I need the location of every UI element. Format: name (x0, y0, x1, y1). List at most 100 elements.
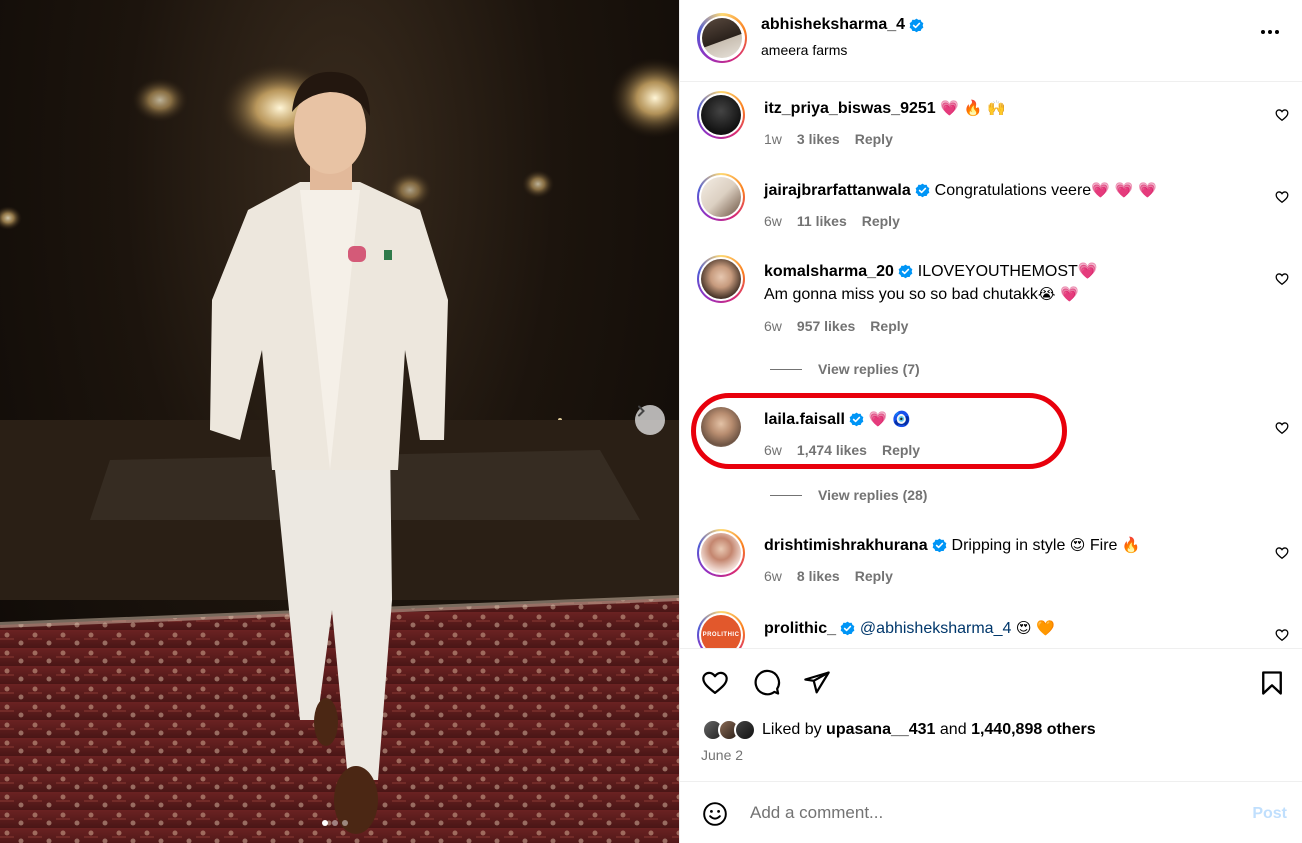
comment-text-line: laila.faisall 💗 🧿 (764, 408, 911, 431)
reply-button[interactable]: Reply (882, 442, 920, 458)
comment-time[interactable]: 1w (764, 131, 782, 147)
comment-emojis: 🔥 (1121, 536, 1141, 554)
commenter-avatar[interactable] (697, 529, 745, 577)
author-username-row: abhisheksharma_4 (761, 16, 924, 34)
bookmark-save-icon[interactable] (1258, 669, 1286, 697)
comment-likes[interactable]: 957 likes (797, 318, 855, 334)
like-heart-icon[interactable] (700, 669, 730, 697)
comment-emojis: 💗 💗 💗 (1091, 181, 1157, 199)
carousel-indicator (322, 820, 348, 826)
comment-emojis: 😍 🧡 (1015, 619, 1055, 637)
comment-body: Am gonna miss you so so bad chutakk (764, 286, 1038, 303)
commenter-username[interactable]: drishtimishrakhurana (764, 537, 928, 554)
carousel-next-button[interactable] (635, 405, 665, 435)
verified-badge-icon (898, 264, 913, 279)
comment-meta: 6w 1,474 likes Reply (764, 442, 920, 458)
comment-emojis: 💗 🔥 🙌 (940, 99, 1006, 117)
more-options-icon[interactable] (1261, 30, 1279, 34)
reply-button[interactable]: Reply (870, 318, 908, 334)
liked-by-mid: and (939, 721, 967, 738)
liked-by-user[interactable]: upasana__431 (826, 721, 935, 739)
reply-button[interactable]: Reply (855, 131, 893, 147)
prolithic-logo-text: PROLITHIC (702, 632, 740, 638)
view-replies-button[interactable]: View replies (28) (770, 487, 927, 503)
author-username[interactable]: abhisheksharma_4 (761, 16, 905, 34)
comment-meta: 1w 3 likes Reply (764, 131, 893, 147)
carousel-dot (322, 820, 328, 826)
commenter-avatar[interactable] (697, 173, 745, 221)
comment-text-line: prolithic_ @abhisheksharma_4 😍 🧡 (764, 617, 1055, 640)
comment-likes[interactable]: 1,474 likes (797, 442, 867, 458)
emoji-picker-icon[interactable] (702, 801, 728, 827)
comment-emojis: 💗 🧿 (868, 410, 911, 428)
verified-badge-icon (932, 538, 947, 553)
comment-bubble-icon[interactable] (752, 669, 782, 697)
liked-by-summary: Liked by upasana__431 and 1,440,898 othe… (702, 719, 1096, 741)
comment-likes[interactable]: 8 likes (797, 568, 840, 584)
liker-avatars (702, 719, 756, 741)
like-comment-heart-icon[interactable] (1275, 546, 1289, 560)
like-comment-heart-icon[interactable] (1275, 190, 1289, 204)
verified-badge-icon (915, 183, 930, 198)
comment-meta: 6w 8 likes Reply (764, 568, 893, 584)
comment-body: ILOVEYOUTHEMOST💗 (917, 263, 1098, 280)
commenter-username[interactable]: komalsharma_20 (764, 263, 894, 280)
view-replies-button[interactable]: View replies (7) (770, 361, 920, 377)
commenter-avatar[interactable]: PROLITHIC (697, 611, 745, 648)
comment-likes[interactable]: 11 likes (797, 213, 847, 229)
comment-time[interactable]: 6w (764, 568, 782, 584)
carousel-dot (342, 820, 348, 826)
comment-input[interactable] (750, 798, 1230, 828)
comment-time[interactable]: 6w (764, 213, 782, 229)
comments-list[interactable]: itz_priya_biswas_9251 💗 🔥 🙌 1w 3 likes R… (680, 82, 1302, 648)
comment-text-line: itz_priya_biswas_9251 💗 🔥 🙌 (764, 97, 1006, 120)
like-comment-heart-icon[interactable] (1275, 108, 1289, 122)
commenter-username[interactable]: jairajbrarfattanwala (764, 182, 911, 199)
reply-button[interactable]: Reply (862, 213, 900, 229)
commenter-avatar[interactable] (697, 91, 745, 139)
verified-badge-icon (850, 412, 864, 427)
carousel-dot (332, 820, 338, 826)
post-comment-button[interactable]: Post (1252, 805, 1287, 823)
like-comment-heart-icon[interactable] (1275, 421, 1289, 435)
comment-body: Congratulations veere (934, 182, 1092, 199)
commenter-avatar[interactable] (697, 255, 745, 303)
verified-badge-icon (909, 18, 924, 32)
comment-meta: 6w 957 likes Reply (764, 318, 908, 334)
author-avatar[interactable] (697, 13, 747, 63)
verified-badge-icon (841, 621, 855, 636)
comment-text-line: jairajbrarfattanwala Congratulations vee… (764, 179, 1157, 202)
commenter-avatar[interactable] (701, 407, 741, 447)
comment-text-line: Am gonna miss you so so bad chutakk😭 💗 (764, 283, 1079, 306)
comment-time[interactable]: 6w (764, 318, 782, 334)
chevron-right-icon (638, 405, 645, 417)
comment-likes[interactable]: 3 likes (797, 131, 840, 147)
post-side-panel: abhisheksharma_4 ameera farms itz_priya_… (679, 0, 1302, 843)
add-comment-bar: Post (680, 781, 1302, 843)
view-replies-label: View replies (7) (818, 361, 920, 377)
commenter-username[interactable]: itz_priya_biswas_9251 (764, 100, 936, 117)
post-header: abhisheksharma_4 ameera farms (680, 0, 1302, 82)
photo-illustration (0, 58, 679, 843)
liked-by-count[interactable]: 1,440,898 others (971, 721, 1096, 739)
mention-link[interactable]: @abhisheksharma_4 (860, 620, 1011, 637)
like-comment-heart-icon[interactable] (1275, 628, 1289, 642)
like-comment-heart-icon[interactable] (1275, 272, 1289, 286)
share-send-icon[interactable] (802, 669, 832, 697)
comment-text-line: komalsharma_20 ILOVEYOUTHEMOST💗 (764, 261, 1098, 283)
comment-meta: 6w 11 likes Reply (764, 213, 900, 229)
post-location[interactable]: ameera farms (761, 42, 847, 58)
commenter-username[interactable]: laila.faisall (764, 411, 845, 428)
comment-body: Dripping in style (951, 537, 1066, 554)
commenter-username[interactable]: prolithic_ (764, 620, 836, 637)
comment-time[interactable]: 6w (764, 442, 782, 458)
post-photo[interactable] (0, 0, 679, 843)
comment-emojis: 😍 (1069, 536, 1086, 554)
reply-button[interactable]: Reply (855, 568, 893, 584)
view-replies-label: View replies (28) (818, 487, 928, 503)
liked-by-prefix: Liked by (762, 721, 822, 738)
comment-emojis: 😭 💗 (1037, 285, 1079, 303)
post-date[interactable]: June 2 (701, 747, 743, 763)
comment-text-line: drishtimishrakhurana Dripping in style 😍… (764, 534, 1141, 557)
comment-body: Fire (1089, 537, 1118, 554)
